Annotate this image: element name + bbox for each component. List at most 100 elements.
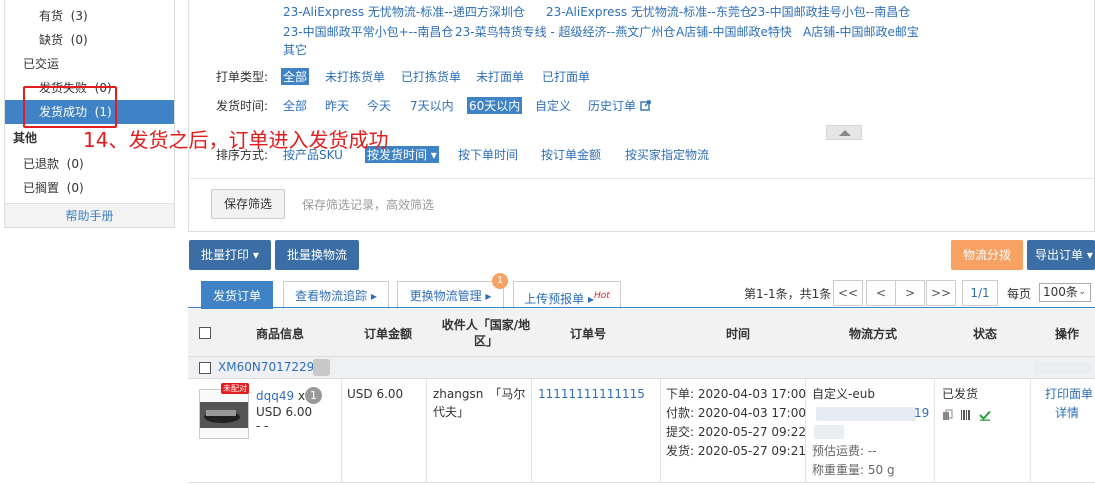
ship-time-option[interactable]: 昨天 [325, 97, 349, 114]
weight: 称重重量: 50 g [812, 463, 895, 477]
logistics-option[interactable]: A店铺-中国邮政e特快 [676, 23, 792, 40]
th-time: 时间 [725, 327, 750, 341]
order-group-id[interactable]: XM60N7017229 [218, 360, 314, 374]
step-annotation: 14、发货之后，订单进入发货成功 [83, 128, 389, 152]
tab-underline [188, 307, 1095, 308]
th-recipient: 收件人「国家/地区」 [441, 318, 531, 348]
filter-panel: 23-AliExpress 无忧物流-标准--递四方深圳仓 23-AliExpr… [188, 0, 1095, 232]
divider [190, 178, 1094, 179]
logistics-option[interactable]: 23-AliExpress 无忧物流-标准--递四方深圳仓 [283, 3, 525, 20]
ship-time-option[interactable]: 7天以内 [410, 97, 454, 114]
hot-label: Hot [594, 291, 610, 301]
ship-time-option[interactable]: 今天 [367, 97, 391, 114]
product-image [200, 402, 248, 428]
ship-time-label: 发货时间: [216, 99, 269, 113]
sort-by-order-time[interactable]: 按下单时间 [458, 146, 518, 163]
per-page-select[interactable]: 100条 ⌄ [1039, 283, 1091, 302]
time-order: 下单: 2020-04-03 17:00 [666, 387, 806, 401]
print-type-option[interactable]: 未打拣货单 [325, 68, 385, 85]
checkmark-icon [979, 409, 991, 424]
print-label-link[interactable]: 打印面单 [1045, 385, 1093, 404]
tab-shipped-orders[interactable]: 发货订单 [201, 281, 273, 309]
memo-icon[interactable] [313, 359, 330, 376]
print-type-label: 打单类型: [216, 70, 269, 84]
th-product: 商品信息 [255, 327, 304, 341]
recipient-name: zhangsn 「马尔 [433, 387, 526, 401]
th-status: 状态 [972, 327, 997, 341]
highlight-box [23, 86, 117, 128]
logistics-method: 自定义-eub [812, 387, 875, 401]
table-row: 未配对 dqq49 x 1 USD 6.00 - - USD 6.00 zhan… [188, 379, 1095, 483]
tab-upload-forecast[interactable]: 上传预报单 ▸Hot [513, 281, 621, 309]
order-number-link[interactable]: 11111111111115 [538, 385, 645, 404]
sidebar-item-refunded[interactable]: 已退款 (0) [5, 152, 174, 176]
chevron-down-icon: ⌄ [1078, 287, 1086, 297]
th-order-no: 订单号 [569, 327, 606, 341]
tab-change-logistics[interactable]: 更换物流管理 ▸ [397, 281, 504, 309]
estimated-fee: 预估运费: -- [812, 444, 877, 458]
pager-current-page: 1/1 [962, 280, 998, 306]
batch-change-logistics-button[interactable]: 批量换物流 [275, 240, 360, 270]
logistics-option[interactable]: 23-中国邮政平常小包+--南昌仓 [283, 23, 453, 40]
print-type-option[interactable]: 已打面单 [542, 68, 590, 85]
details-link[interactable]: 详情 [1055, 404, 1079, 423]
sort-by-amount[interactable]: 按订单金额 [541, 146, 601, 163]
select-all-checkbox[interactable] [199, 327, 211, 339]
th-logistics: 物流方式 [848, 327, 897, 341]
help-manual-link[interactable]: 帮助手册 [5, 203, 174, 227]
order-checkbox[interactable] [199, 362, 211, 374]
print-type-option[interactable]: 未打面单 [476, 68, 524, 85]
tab-badge: 1 [492, 273, 508, 289]
tracking-number-tail[interactable]: 19 [914, 404, 929, 423]
batch-print-button[interactable]: 批量打印 ▾ [189, 240, 271, 270]
save-filter-hint: 保存筛选记录，高效筛选 [302, 198, 435, 212]
barcode-icon[interactable] [960, 409, 972, 424]
sidebar-item-shipped[interactable]: 已交运 [5, 52, 174, 76]
pager-next-button[interactable]: > [895, 280, 925, 306]
time-shipped: 发货: 2020-05-27 09:21 [666, 444, 806, 458]
product-thumbnail[interactable] [199, 389, 249, 439]
tab-logistics-tracking[interactable]: 查看物流追踪 ▸ [283, 281, 389, 309]
time-paid: 付款: 2020-04-03 17:00 [666, 406, 806, 420]
save-filter-button[interactable]: 保存筛选 [211, 189, 286, 219]
order-group-row: XM60N7017229 [188, 357, 1095, 379]
time-submitted: 提交: 2020-05-27 09:22 [666, 425, 806, 439]
external-link-icon [640, 100, 651, 111]
per-page-label: 每页 [1007, 287, 1032, 301]
pager-summary: 第1-1条，共1条 [744, 287, 832, 301]
ship-time-60-days[interactable]: 60天以内 [467, 97, 523, 114]
pager-prev-button[interactable]: < [866, 280, 896, 306]
product-attr: - - [256, 419, 269, 433]
sidebar-item-in-stock[interactable]: 有货 (3) [5, 4, 174, 28]
logistics-option[interactable]: 其它 [283, 41, 307, 58]
quantity-badge: 1 [305, 387, 322, 404]
order-amount: USD 6.00 [347, 387, 404, 401]
print-type-all[interactable]: 全部 [281, 68, 310, 85]
logistics-option[interactable]: A店铺-中国邮政e邮宝 [803, 23, 919, 40]
redacted-field [814, 425, 844, 439]
logistics-option[interactable]: 23-AliExpress 无忧物流-标准--东莞仓 [546, 3, 752, 20]
export-orders-button[interactable]: 导出订单 ▾ [1027, 240, 1095, 270]
ship-time-option[interactable]: 自定义 [535, 97, 571, 114]
logistics-option[interactable]: 23-菜鸟特货专线 - 超级经济--燕文广州仓 [455, 23, 675, 40]
logistics-option[interactable]: 23-中国邮政挂号小包--南昌仓 [750, 3, 910, 20]
th-actions: 操作 [1054, 327, 1079, 341]
logistics-split-button[interactable]: 物流分拨 [951, 240, 1024, 270]
sidebar-item-on-hold[interactable]: 已搁置 (0) [5, 176, 174, 200]
pager-last-button[interactable]: >> [926, 280, 956, 306]
unmatched-badge: 未配对 [221, 383, 249, 394]
ship-time-option[interactable]: 全部 [283, 97, 307, 114]
product-sku-link[interactable]: dqq49 [256, 389, 294, 403]
history-orders-link[interactable]: 历史订单 [588, 97, 651, 114]
collapse-filters-toggle[interactable] [826, 125, 862, 140]
th-amount: 订单金额 [363, 327, 412, 341]
sidebar-item-out-of-stock[interactable]: 缺货 (0) [5, 28, 174, 52]
redacted-tracking [816, 407, 916, 421]
redacted-field [1034, 362, 1092, 374]
print-type-option[interactable]: 已打拣货单 [401, 68, 461, 85]
pager-first-button[interactable]: << [833, 280, 863, 306]
table-header: 商品信息 订单金额 收件人「国家/地区」 订单号 时间 物流方式 状态 操作 [188, 309, 1095, 357]
sort-by-buyer-logistics[interactable]: 按买家指定物流 [625, 146, 709, 163]
order-status: 已发货 [942, 387, 979, 401]
copy-icon[interactable] [942, 409, 954, 424]
